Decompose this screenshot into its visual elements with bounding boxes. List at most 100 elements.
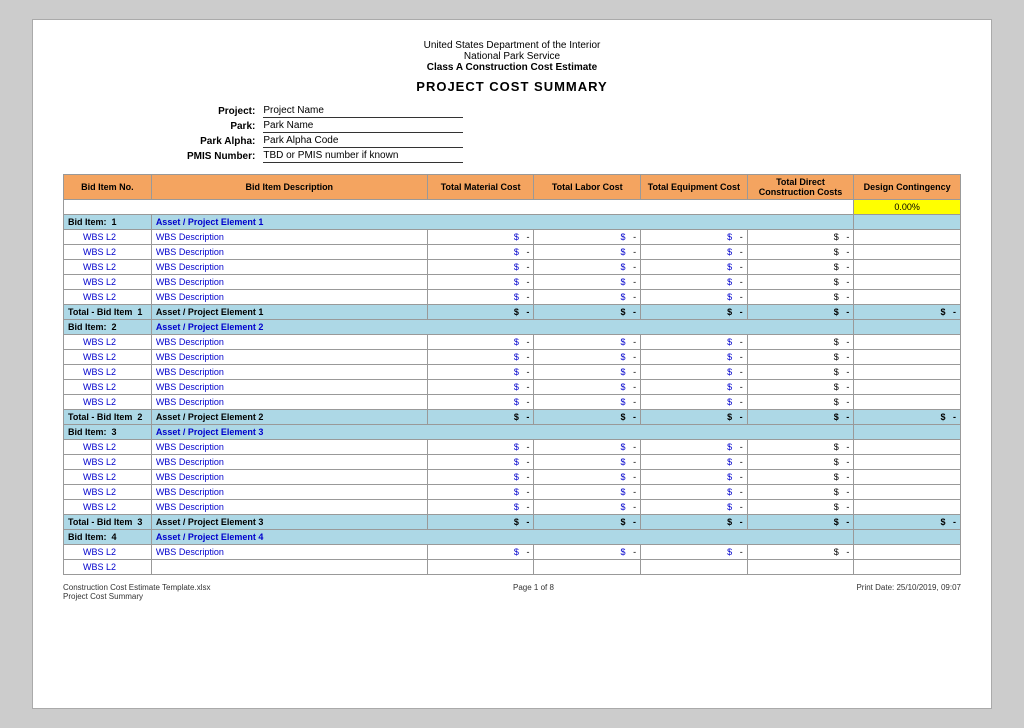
total-asset: Asset / Project Element 3 [151,515,427,530]
wbs-row: WBS L2 WBS Description $ - $ - $ - $ - [64,230,961,245]
material-cell: $ - [427,395,534,410]
wbs-desc-cell: WBS Description [151,230,427,245]
wbs-desc-cell: WBS Description [151,290,427,305]
pmis-label: PMIS Number: [183,149,259,164]
pmis-value: TBD or PMIS number if known [263,150,463,163]
wbs-row: WBS L2 WBS Description $ - $ - $ - $ - [64,335,961,350]
bid-item-asset: Asset / Project Element 4 [151,530,854,545]
wbs-row: WBS L2 WBS Description $ - $ - $ - $ - [64,470,961,485]
equipment-cell: $ - [641,470,748,485]
wbs-contingency-cell [854,440,961,455]
equipment-cell: $ - [641,485,748,500]
equipment-cell: $ - [641,545,748,560]
col-header-desc: Bid Item Description [151,175,427,200]
wbs-desc-cell: WBS Description [151,545,427,560]
wbs-contingency-cell [854,350,961,365]
total-equipment: $ - [641,305,748,320]
wbs-l2-cell: WBS L2 [64,440,152,455]
wbs-l2-cell: WBS L2 [64,245,152,260]
direct-cell: $ - [747,485,854,500]
material-cell: $ - [427,245,534,260]
wbs-row: WBS L2 [64,560,961,575]
park-label: Park: [183,119,259,134]
total-labor: $ - [534,515,641,530]
col-header-direct: Total Direct Construction Costs [747,175,854,200]
bid-item-row: Bid Item: 3 Asset / Project Element 3 [64,425,961,440]
wbs-contingency-cell [854,470,961,485]
wbs-desc-cell: WBS Description [151,500,427,515]
wbs-desc-cell: WBS Description [151,395,427,410]
equipment-cell: $ - [641,335,748,350]
labor-cell: $ - [534,365,641,380]
wbs-l2-cell: WBS L2 [64,350,152,365]
equipment-cell: $ - [641,350,748,365]
equipment-cell: $ - [641,275,748,290]
wbs-row: WBS L2 WBS Description $ - $ - $ - $ - [64,290,961,305]
wbs-row: WBS L2 WBS Description $ - $ - $ - $ - [64,455,961,470]
wbs-row: WBS L2 WBS Description $ - $ - $ - $ - [64,485,961,500]
wbs-row: WBS L2 WBS Description $ - $ - $ - $ - [64,440,961,455]
labor-cell: $ - [534,230,641,245]
wbs-desc-cell: WBS Description [151,380,427,395]
wbs-l2-cell: WBS L2 [64,380,152,395]
labor-cell: $ - [534,485,641,500]
direct-cell: $ - [747,260,854,275]
labor-cell: $ - [534,335,641,350]
wbs-l2-cell: WBS L2 [64,290,152,305]
wbs-l2-cell: WBS L2 [64,455,152,470]
direct-cell: $ - [747,365,854,380]
wbs-l2-cell: WBS L2 [64,395,152,410]
wbs-row: WBS L2 WBS Description $ - $ - $ - $ - [64,395,961,410]
wbs-desc-cell: WBS Description [151,440,427,455]
total-direct: $ - [747,305,854,320]
equipment-cell: $ - [641,260,748,275]
wbs-contingency-cell [854,395,961,410]
bid-item-contingency-cell [854,530,961,545]
total-bid-item-row: Total - Bid Item 3 Asset / Project Eleme… [64,515,961,530]
wbs-l2-cell: WBS L2 [64,365,152,380]
wbs-row: WBS L2 WBS Description $ - $ - $ - $ - [64,350,961,365]
direct-cell: $ - [747,335,854,350]
total-contingency: $ - [854,410,961,425]
equipment-cell: $ - [641,500,748,515]
labor-cell: $ - [534,260,641,275]
wbs-l2-cell: WBS L2 [64,560,152,575]
equipment-cell: $ - [641,230,748,245]
direct-cell: $ - [747,230,854,245]
total-equipment: $ - [641,410,748,425]
wbs-contingency-cell [854,560,961,575]
direct-cell: $ - [747,545,854,560]
col-header-bid-no: Bid Item No. [64,175,152,200]
material-cell: $ - [427,545,534,560]
direct-cell: $ - [747,350,854,365]
wbs-row: WBS L2 WBS Description $ - $ - $ - $ - [64,365,961,380]
wbs-contingency-cell [854,275,961,290]
page-title: PROJECT COST SUMMARY [63,79,961,94]
equipment-cell: $ - [641,395,748,410]
total-label: Total - Bid Item 2 [64,410,152,425]
material-cell: $ - [427,275,534,290]
material-cell: $ - [427,260,534,275]
wbs-contingency-cell [854,245,961,260]
wbs-contingency-cell [854,485,961,500]
material-cell: $ - [427,365,534,380]
bid-item-label: Bid Item: 2 [64,320,152,335]
wbs-row: WBS L2 WBS Description $ - $ - $ - $ - [64,545,961,560]
class-a-line: Class A Construction Cost Estimate [63,62,961,73]
project-value: Project Name [263,105,463,118]
bid-item-row: Bid Item: 1 Asset / Project Element 1 [64,215,961,230]
footer-sheet: Project Cost Summary [63,592,210,601]
total-labor: $ - [534,410,641,425]
wbs-row: WBS L2 WBS Description $ - $ - $ - $ - [64,500,961,515]
wbs-row: WBS L2 WBS Description $ - $ - $ - $ - [64,275,961,290]
direct-cell: $ - [747,290,854,305]
footer-page: Page 1 of 8 [513,583,554,601]
bid-item-row: Bid Item: 4 Asset / Project Element 4 [64,530,961,545]
labor-cell [534,560,641,575]
material-cell: $ - [427,335,534,350]
material-cell [427,560,534,575]
bid-item-row: Bid Item: 2 Asset / Project Element 2 [64,320,961,335]
wbs-l2-cell: WBS L2 [64,230,152,245]
total-label: Total - Bid Item 1 [64,305,152,320]
total-direct: $ - [747,410,854,425]
